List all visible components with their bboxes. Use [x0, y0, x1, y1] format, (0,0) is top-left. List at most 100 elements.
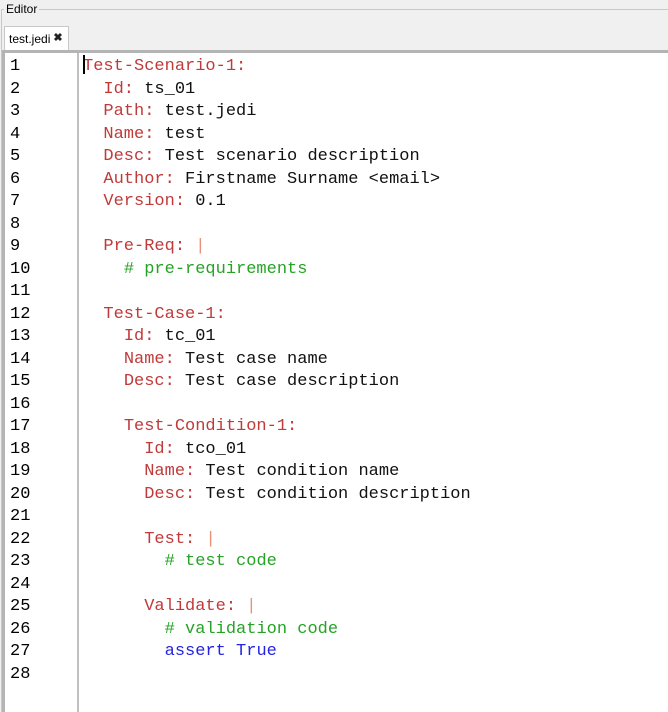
line-number: 4 [10, 124, 21, 144]
code-line[interactable]: # validation code [83, 619, 668, 642]
code-line[interactable]: Desc: Test scenario description [83, 146, 668, 169]
yaml-value: Test condition name [195, 462, 400, 481]
yaml-value: 0.1 [185, 192, 226, 211]
block-scalar-indicator: | [246, 597, 257, 616]
code-comment: # pre-requirements [123, 259, 308, 279]
text-caret [83, 55, 85, 75]
code-line[interactable]: ​ [83, 214, 668, 237]
line-number: 26 [10, 619, 31, 639]
code-line[interactable]: Test-Case-1: [83, 304, 668, 327]
code-line[interactable]: Desc: Test condition description [83, 484, 668, 507]
editor-groupbox: Editor test.jedi ✖ 1 2 3 4 5 6 7 8 9 10 11 12 13 14 15… [0, 0, 668, 712]
tab-label: test.jedi [9, 31, 51, 46]
yaml-value: test [154, 124, 206, 144]
code-line[interactable]: ​ [83, 506, 668, 529]
line-number: 10 [10, 259, 31, 279]
yaml-key: Test-Scenario-1: [83, 57, 247, 76]
line-number: 3 [10, 102, 21, 121]
block-scalar-indicator: | [205, 529, 216, 549]
code-line[interactable]: Name: Test condition name [83, 461, 668, 484]
line-number: 1 [10, 57, 21, 76]
code-line[interactable]: Id: ts_01 [83, 79, 668, 102]
code-line[interactable]: Path: test.jedi [83, 101, 668, 124]
code-line[interactable]: Test-Condition-1: [83, 416, 668, 439]
line-number: 7 [10, 192, 21, 211]
code-line[interactable]: Desc: Test case description [83, 371, 668, 394]
yaml-key: Id: [123, 327, 155, 346]
line-number: 27 [10, 642, 31, 661]
code-line[interactable]: Name: test [83, 124, 668, 147]
line-numbers: 1 2 3 4 5 6 7 8 9 10 11 12 13 14 15 16 17 18 19 20 21 22 23 24 2… [5, 53, 77, 686]
line-number: 22 [10, 529, 31, 549]
code-line[interactable]: ​ [83, 394, 668, 417]
line-number: 13 [10, 327, 31, 346]
line-number: 9 [10, 237, 21, 256]
code-area[interactable]: Test-Scenario-1: Id: ts_01 Path: test.je… [79, 53, 668, 712]
yaml-key: Test-Case-1: [103, 304, 226, 324]
code-comment: # test code [164, 552, 277, 571]
line-number: 25 [10, 597, 31, 616]
code-line[interactable]: Validate: | [83, 596, 668, 619]
code-line[interactable]: ​ [83, 574, 668, 597]
code-line[interactable]: Author: Firstname Surname <email> [83, 169, 668, 192]
tab-bar: test.jedi ✖ [2, 26, 668, 50]
python-keyword: assert [164, 642, 226, 661]
code-line[interactable]: Id: tco_01 [83, 439, 668, 462]
code-line[interactable]: Test-Scenario-1: [83, 55, 668, 79]
code-comment: # validation code [164, 619, 339, 639]
yaml-value: Test case name [174, 349, 328, 369]
code-line[interactable]: assert True [83, 641, 668, 664]
yaml-key: Test-Condition-1: [123, 417, 298, 436]
yaml-value: Test condition description [195, 484, 471, 504]
close-icon[interactable]: ✖ [53, 33, 62, 44]
line-number: 17 [10, 417, 31, 436]
code-editor[interactable]: 1 2 3 4 5 6 7 8 9 10 11 12 13 14 15 16 17 18 19 20 21 22 23 24 2… [2, 50, 668, 712]
line-number-gutter: 1 2 3 4 5 6 7 8 9 10 11 12 13 14 15 16 17 18 19 20 21 22 23 24 2… [5, 53, 79, 712]
line-number: 19 [10, 462, 31, 481]
code-line[interactable]: ​ [83, 664, 668, 687]
code-line[interactable]: # pre-requirements [83, 259, 668, 282]
yaml-key: Validate: [144, 597, 237, 616]
code-line[interactable]: Name: Test case name [83, 349, 668, 372]
code-line[interactable]: # test code [83, 551, 668, 574]
yaml-value: test.jedi [154, 102, 257, 121]
block-scalar-indicator: | [195, 237, 206, 256]
code-line[interactable]: Pre-Req: | [83, 236, 668, 259]
code-line[interactable]: Test: | [83, 529, 668, 552]
yaml-key: Pre-Req: [103, 237, 186, 256]
code-line[interactable]: Version: 0.1 [83, 191, 668, 214]
code-line[interactable]: ​ [83, 281, 668, 304]
line-number: 14 [10, 349, 31, 369]
code-line[interactable]: Id: tc_01 [83, 326, 668, 349]
line-number: 21 [10, 507, 31, 526]
line-number: 11 [10, 282, 31, 301]
yaml-key: Name: [103, 124, 155, 144]
line-number: 15 [10, 372, 31, 391]
yaml-value: Test case description [174, 372, 400, 391]
yaml-key: Test: [144, 529, 196, 549]
line-number: 6 [10, 169, 21, 189]
yaml-value: Test scenario description [154, 147, 420, 166]
line-number: 5 [10, 147, 21, 166]
yaml-key: Id: [103, 79, 135, 99]
yaml-value: Firstname Surname <email> [174, 169, 441, 189]
yaml-key: Version: [103, 192, 186, 211]
tab-test-jedi[interactable]: test.jedi ✖ [4, 26, 69, 50]
code-lines[interactable]: Test-Scenario-1: Id: ts_01 Path: test.je… [79, 53, 668, 686]
line-number: 20 [10, 484, 31, 504]
yaml-key: Name: [144, 462, 196, 481]
yaml-key: Desc: [103, 147, 155, 166]
